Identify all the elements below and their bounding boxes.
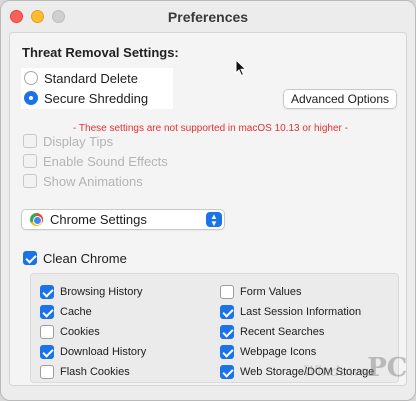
show-animations-label: Show Animations: [43, 173, 143, 189]
option-recent-searches[interactable]: Recent Searches: [220, 322, 374, 342]
radio-secure-shredding-control[interactable]: [24, 91, 38, 105]
mouse-cursor-icon: [235, 59, 247, 77]
browsing-history-checkbox[interactable]: [40, 285, 54, 299]
browser-settings-select[interactable]: Chrome Settings ▲ ▼: [21, 209, 225, 230]
option-download-history[interactable]: Download History: [40, 342, 146, 362]
show-animations-checkbox: [23, 174, 37, 188]
chevron-up-down-icon[interactable]: ▲ ▼: [206, 212, 222, 227]
radio-secure-shredding[interactable]: Secure Shredding: [21, 88, 173, 108]
option-show-animations: Show Animations: [23, 171, 168, 191]
cache-label[interactable]: Cache: [60, 306, 92, 318]
recent-searches-checkbox[interactable]: [220, 325, 234, 339]
radio-standard-delete-label[interactable]: Standard Delete: [44, 71, 138, 86]
watermark-script: Windows: [303, 364, 368, 380]
enable-sound-effects-checkbox: [23, 154, 37, 168]
preferences-panel: Threat Removal Settings: Standard Delete…: [9, 32, 407, 386]
webpage-icons-checkbox[interactable]: [220, 345, 234, 359]
web-storage-checkbox[interactable]: [220, 365, 234, 379]
cache-checkbox[interactable]: [40, 305, 54, 319]
window-title: Preferences: [167, 8, 249, 25]
flash-cookies-label[interactable]: Flash Cookies: [60, 366, 130, 378]
clean-chrome-option[interactable]: Clean Chrome: [23, 248, 127, 268]
minimize-window-button[interactable]: [31, 10, 44, 23]
advanced-options-button[interactable]: Advanced Options: [283, 89, 397, 109]
recent-searches-label[interactable]: Recent Searches: [240, 326, 324, 338]
chrome-icon: [30, 213, 43, 226]
browsing-history-label[interactable]: Browsing History: [60, 286, 143, 298]
option-cookies[interactable]: Cookies: [40, 322, 146, 342]
close-window-button[interactable]: [10, 10, 23, 23]
threat-removal-radio-group: Standard Delete Secure Shredding: [21, 68, 173, 109]
download-history-checkbox[interactable]: [40, 345, 54, 359]
option-display-tips: Display Tips: [23, 131, 168, 151]
download-history-label[interactable]: Download History: [60, 346, 146, 358]
last-session-information-label[interactable]: Last Session Information: [240, 306, 361, 318]
zoom-window-button[interactable]: [52, 10, 65, 23]
option-last-session-information[interactable]: Last Session Information: [220, 302, 374, 322]
form-values-label[interactable]: Form Values: [240, 286, 302, 298]
option-browsing-history[interactable]: Browsing History: [40, 282, 146, 302]
title-bar: Preferences: [1, 1, 415, 32]
preferences-window: Preferences Threat Removal Settings: Sta…: [0, 0, 416, 401]
cookies-label[interactable]: Cookies: [60, 326, 100, 338]
radio-standard-delete[interactable]: Standard Delete: [21, 68, 173, 88]
clean-chrome-label[interactable]: Clean Chrome: [43, 251, 127, 266]
display-tips-label: Display Tips: [43, 133, 114, 149]
clean-chrome-checkbox[interactable]: [23, 251, 37, 265]
watermark-mark: PC: [367, 353, 408, 383]
radio-secure-shredding-label[interactable]: Secure Shredding: [44, 91, 148, 106]
option-enable-sound-effects: Enable Sound Effects: [23, 151, 168, 171]
general-options-group: Display Tips Enable Sound Effects Show A…: [23, 131, 168, 191]
watermark: WindowsPC: [303, 353, 407, 383]
last-session-information-checkbox[interactable]: [220, 305, 234, 319]
cookies-checkbox[interactable]: [40, 325, 54, 339]
option-form-values[interactable]: Form Values: [220, 282, 374, 302]
window-controls: [10, 10, 65, 23]
threat-removal-title: Threat Removal Settings:: [22, 45, 179, 60]
flash-cookies-checkbox[interactable]: [40, 365, 54, 379]
radio-standard-delete-control[interactable]: [24, 71, 38, 85]
clean-options-left-column: Browsing History Cache Cookies Download …: [40, 282, 146, 382]
browser-settings-value[interactable]: Chrome Settings: [50, 212, 147, 227]
enable-sound-effects-label: Enable Sound Effects: [43, 153, 168, 169]
option-cache[interactable]: Cache: [40, 302, 146, 322]
display-tips-checkbox: [23, 134, 37, 148]
form-values-checkbox[interactable]: [220, 285, 234, 299]
option-flash-cookies[interactable]: Flash Cookies: [40, 362, 146, 382]
